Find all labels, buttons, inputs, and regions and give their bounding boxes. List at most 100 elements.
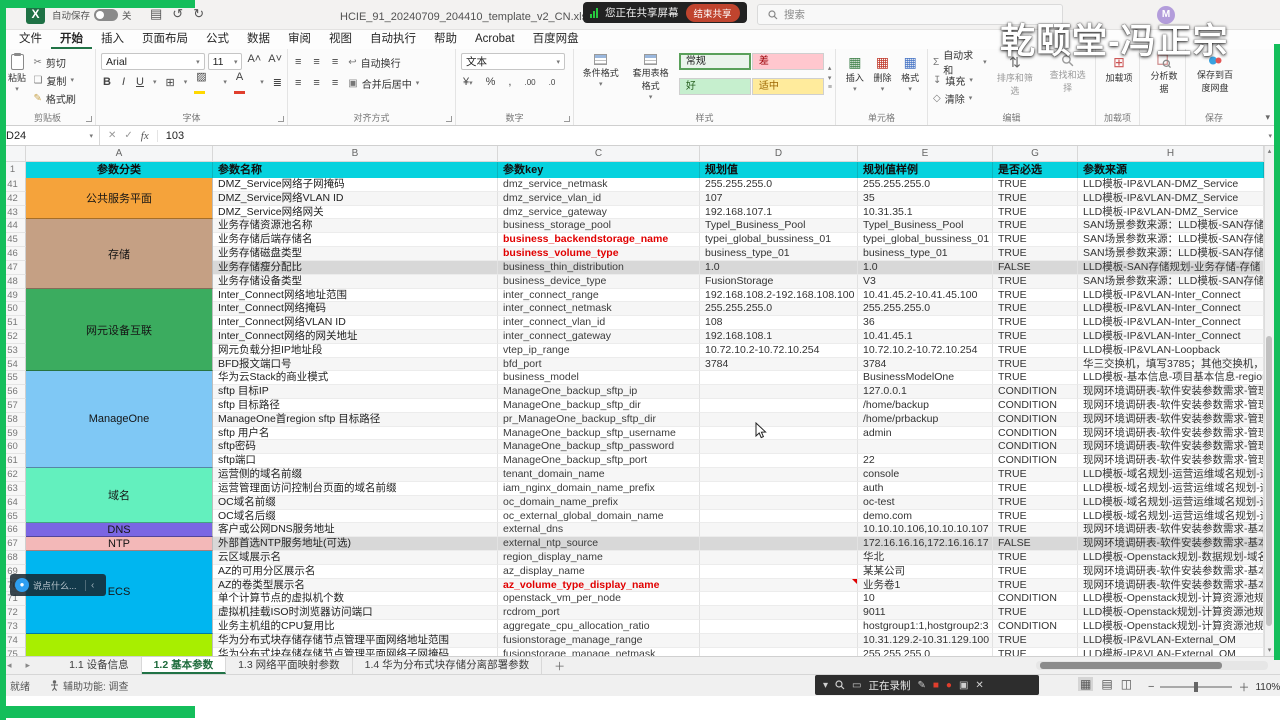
clear-button[interactable]: ◇ 清除 ▾: [933, 89, 987, 107]
dialog-launcher-icon[interactable]: [86, 116, 92, 122]
number-format-select[interactable]: 文本 ▾: [461, 53, 565, 70]
cell-required[interactable]: TRUE: [993, 357, 1078, 372]
cell-sample[interactable]: 36: [858, 316, 993, 330]
rec-close-icon[interactable]: ✕: [975, 680, 983, 691]
cell-key[interactable]: ManageOne_backup_sftp_ip: [498, 385, 700, 399]
font-name-select[interactable]: Arial ▾: [101, 53, 205, 70]
cell-source[interactable]: SAN场景参数来源：LLD模板-SAN存储: [1078, 274, 1264, 289]
cell-required[interactable]: TRUE: [993, 302, 1078, 317]
cell-key[interactable]: az_volume_type_display_name: [498, 578, 700, 593]
cell-required[interactable]: TRUE: [993, 550, 1078, 565]
cell-plan[interactable]: [700, 440, 858, 455]
cell-sample[interactable]: 某某公司: [858, 564, 993, 579]
gallery-up-icon[interactable]: ▴: [828, 64, 832, 72]
cell-key[interactable]: dmz_service_vlan_id: [498, 191, 700, 206]
cell-sample[interactable]: console: [858, 468, 993, 482]
cell-plan[interactable]: 255.255.255.0: [700, 302, 858, 317]
cell-source[interactable]: LLD模板-域名规划-运营运维域名规划-运: [1078, 481, 1264, 496]
rec-stop-icon[interactable]: ■: [933, 680, 939, 691]
cell-source[interactable]: LLD模板-IP&VLAN-External_OM: [1078, 633, 1264, 648]
cell-plan[interactable]: 108: [700, 316, 858, 330]
cell-name[interactable]: Inter_Connect网络VLAN ID: [213, 316, 498, 330]
cell-key[interactable]: bfd_port: [498, 357, 700, 372]
sheet-tab-1[interactable]: 1.2 基本参数: [141, 657, 227, 674]
cell-sample[interactable]: 3784: [858, 357, 993, 372]
menu-tab-2[interactable]: 插入: [92, 30, 133, 49]
cell-name[interactable]: Inter_Connect网络的网关地址: [213, 329, 498, 344]
cell-required[interactable]: TRUE: [993, 523, 1078, 538]
cell-required[interactable]: TRUE: [993, 288, 1078, 303]
collapse-ribbon-icon[interactable]: ▾: [1265, 112, 1270, 123]
cell-plan[interactable]: [700, 454, 858, 469]
cell-sample[interactable]: 22: [858, 454, 993, 469]
cell-source[interactable]: LLD模板-IP&VLAN-Inter_Connect: [1078, 316, 1264, 330]
cell-sample[interactable]: 10.31.35.1: [858, 205, 993, 220]
align-middle-button[interactable]: ≡: [311, 56, 321, 68]
cell-plan[interactable]: 1.0: [700, 260, 858, 275]
cell-key[interactable]: aggregate_cpu_allocation_ratio: [498, 620, 700, 634]
cell-name[interactable]: ManageOne首region sftp 目标路径: [213, 412, 498, 427]
shrink-font-button[interactable]: A˅: [266, 53, 284, 70]
cell-source[interactable]: 现网环境调研表-软件安装参数需求-基本: [1078, 523, 1264, 538]
cut-button[interactable]: ✂ 剪切: [33, 53, 75, 71]
accessibility-status[interactable]: 辅助功能: 调查: [40, 678, 139, 693]
align-center-button[interactable]: ≡: [311, 77, 321, 89]
cell-name[interactable]: 华为分布式块存储存储节点管理平面网络子网掩码: [213, 647, 498, 656]
cell-required[interactable]: TRUE: [993, 205, 1078, 220]
column-header-E[interactable]: E: [858, 146, 993, 162]
normal-view-button[interactable]: ▦: [1078, 677, 1094, 691]
header-cell-3[interactable]: 参数key: [498, 162, 700, 178]
font-color-button[interactable]: A: [233, 71, 253, 94]
redo-button[interactable]: ↻: [193, 6, 204, 22]
chat-collapse-icon[interactable]: ‹: [85, 579, 94, 591]
cell-name[interactable]: sftp 目标路径: [213, 399, 498, 413]
cell-key[interactable]: external_dns: [498, 523, 700, 538]
wrap-text-button[interactable]: ↩ 自动换行: [348, 53, 400, 71]
cell-name[interactable]: 外部首选NTP服务地址(可选): [213, 537, 498, 551]
align-left-button[interactable]: ≡: [293, 77, 303, 89]
cell-key[interactable]: fusionstorage_manage_netmask: [498, 647, 700, 656]
zoom-slider-thumb[interactable]: [1194, 682, 1199, 692]
cell-plan[interactable]: 255.255.255.0: [700, 178, 858, 192]
cell-key[interactable]: tenant_domain_name: [498, 468, 700, 482]
end-share-button[interactable]: 结束共享: [685, 3, 740, 22]
cell-sample[interactable]: 10.31.129.2-10.31.129.100: [858, 633, 993, 648]
cell-source[interactable]: LLD模板-IP&VLAN-External_OM: [1078, 647, 1264, 656]
cell-sample[interactable]: 1.0: [858, 260, 993, 275]
cell-name[interactable]: 单个计算节点的虚拟机个数: [213, 592, 498, 607]
cell-sample[interactable]: admin: [858, 426, 993, 441]
category-存储[interactable]: 存储: [26, 219, 213, 289]
cell-key[interactable]: inter_connect_vlan_id: [498, 316, 700, 330]
gallery-down-icon[interactable]: ▾: [828, 74, 832, 82]
cell-key[interactable]: business_backendstorage_name: [498, 233, 700, 248]
cell-sample[interactable]: /home/backup: [858, 399, 993, 413]
cell-key[interactable]: business_thin_distribution: [498, 260, 700, 275]
rec-camera-icon[interactable]: ▣: [959, 680, 968, 691]
menu-tab-1[interactable]: 开始: [51, 30, 92, 49]
category-公共服务平面[interactable]: 公共服务平面: [26, 178, 213, 220]
cell-key[interactable]: region_display_name: [498, 550, 700, 565]
cell-required[interactable]: CONDITION: [993, 385, 1078, 399]
delete-cells-button[interactable]: ▦ 删除 ▾: [869, 53, 897, 94]
cell-required[interactable]: TRUE: [993, 578, 1078, 593]
dialog-launcher-icon[interactable]: [278, 116, 284, 122]
cell-plan[interactable]: 192.168.108.2-192.168.108.100: [700, 288, 858, 303]
cell-name[interactable]: DMZ_Service网络VLAN ID: [213, 191, 498, 206]
column-header-B[interactable]: B: [213, 146, 498, 162]
cell-key[interactable]: openstack_vm_per_node: [498, 592, 700, 607]
zoom-level[interactable]: 110%: [1255, 682, 1280, 693]
cell-name[interactable]: AZ的卷类型展示名: [213, 578, 498, 593]
cell-sample[interactable]: V3: [858, 274, 993, 289]
zoom-out-icon[interactable]: −: [1148, 681, 1154, 693]
cell-required[interactable]: CONDITION: [993, 454, 1078, 469]
cell-source[interactable]: LLD模板-域名规划-运营运维域名规划-运: [1078, 468, 1264, 482]
font-size-select[interactable]: 11 ▾: [207, 53, 243, 70]
cell-key[interactable]: dmz_service_netmask: [498, 178, 700, 192]
cell-key[interactable]: pr_ManageOne_backup_sftp_dir: [498, 412, 700, 427]
cell-plan[interactable]: 10.72.10.2-10.72.10.254: [700, 343, 858, 358]
cell-plan[interactable]: [700, 399, 858, 413]
cell-name[interactable]: 运营侧的域名前缀: [213, 468, 498, 482]
menu-tab-11[interactable]: 百度网盘: [524, 30, 588, 49]
menu-tab-8[interactable]: 自动执行: [361, 30, 425, 49]
paste-button[interactable]: 粘贴 ▾: [5, 53, 29, 94]
